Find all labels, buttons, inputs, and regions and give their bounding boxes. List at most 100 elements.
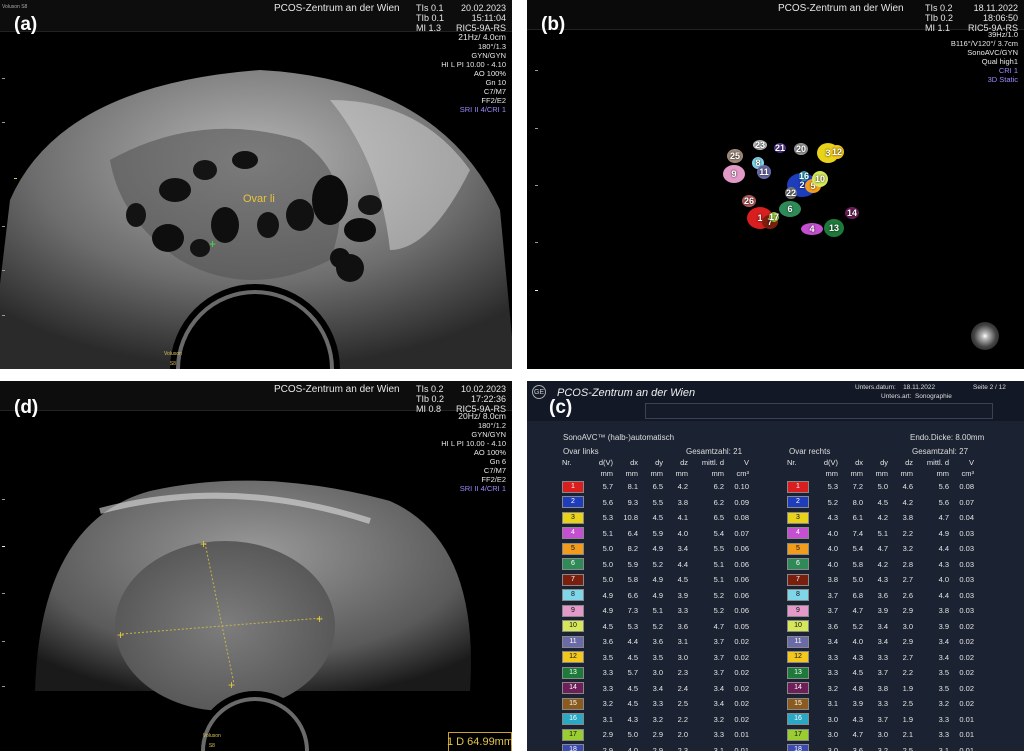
table-cell: 3.3: [938, 730, 949, 740]
table-row: 6 4.0 5.8 4.2 2.8 4.3 0.03: [784, 557, 977, 573]
table-cell: 3.2: [938, 699, 949, 709]
table-cell: 3.0: [827, 745, 838, 751]
follicle-13: 13: [824, 219, 844, 237]
table-row: 18 3.0 3.6 3.2 2.5 3.1 0.01: [784, 743, 977, 751]
table-row: 3 5.3 10.8 4.5 4.1 6.5 0.08: [559, 510, 752, 526]
table-cell: 4.7: [877, 544, 888, 554]
follicle-9: 9: [723, 165, 745, 183]
table-cell: 4.2: [677, 482, 688, 492]
follicle-color-chip: 11: [562, 635, 584, 648]
follicle-color-chip: 4: [562, 527, 584, 540]
panel-a: + (a) Voluson S8 PCOS-Zentrum an der Wie…: [0, 0, 512, 369]
table-cell: 8.1: [627, 482, 638, 492]
column-header: mm: [625, 469, 639, 478]
brand-icon: GE: [532, 385, 546, 399]
table-cell: 3.1: [602, 714, 613, 724]
table-cell: 4.0: [827, 559, 838, 569]
table-cell: 5.1: [713, 559, 724, 569]
table-cell: 2.1: [902, 730, 913, 740]
follicle-color-chip: 14: [787, 682, 809, 695]
table-cell: 4.3: [852, 652, 863, 662]
column-header: dz: [905, 458, 913, 467]
table-cell: 5.9: [627, 559, 638, 569]
column-header: Nr.: [562, 458, 572, 467]
table-cell: 3.1: [677, 637, 688, 647]
table-cell: 3.6: [602, 637, 613, 647]
follicle-6: 6: [779, 201, 801, 217]
follicle-color-chip: 9: [562, 604, 584, 617]
follicle-26: 26: [742, 195, 756, 207]
table-cell: 7.4: [852, 528, 863, 538]
table-cell: 5.0: [852, 575, 863, 585]
table-cell: 0.03: [959, 575, 974, 585]
table-cell: 6.8: [852, 590, 863, 600]
table-cell: 4.2: [877, 513, 888, 523]
table-cell: 4.4: [938, 544, 949, 554]
follicle-color-chip: 5: [787, 542, 809, 555]
table-cell: 3.8: [677, 497, 688, 507]
table-row: 7 5.0 5.8 4.9 4.5 5.1 0.06: [559, 572, 752, 588]
caliper-marker-1: +: [200, 537, 207, 551]
crosshair-marker: +: [209, 237, 216, 251]
table-cell: 0.02: [734, 668, 749, 678]
table-cell: 0.03: [959, 528, 974, 538]
follicle-color-chip: 18: [562, 744, 584, 751]
table-cell: 4.6: [902, 482, 913, 492]
table-cell: 3.3: [602, 668, 613, 678]
table-row: 11 3.6 4.4 3.6 3.1 3.7 0.02: [559, 634, 752, 650]
table-cell: 0.01: [959, 730, 974, 740]
follicle-color-chip: 7: [787, 573, 809, 586]
table-cell: 0.08: [959, 482, 974, 492]
table-cell: 0.03: [959, 590, 974, 600]
column-header: mm: [711, 469, 725, 478]
table-cell: 5.0: [602, 559, 613, 569]
table-cell: 0.04: [959, 513, 974, 523]
table-cell: 0.05: [734, 621, 749, 631]
table-cell: 5.5: [713, 544, 724, 554]
table-cell: 0.06: [734, 559, 749, 569]
indices-b: TIs 0.2 TIb 0.2 MI 1.1: [925, 3, 954, 33]
follicle-20: 20: [794, 143, 808, 155]
column-header: mm: [936, 469, 950, 478]
table-row: 16 3.1 4.3 3.2 2.2 3.2 0.02: [559, 712, 752, 728]
table-cell: 3.4: [652, 683, 663, 693]
clinic-title-b: PCOS-Zentrum an der Wien: [778, 3, 904, 14]
table-cell: 5.2: [652, 559, 663, 569]
table-cell: 0.01: [734, 730, 749, 740]
follicle-color-chip: 1: [562, 480, 584, 493]
column-header: mittl. d: [926, 458, 949, 467]
table-cell: 3.0: [877, 730, 888, 740]
table-cell: 3.5: [938, 668, 949, 678]
table-cell: 3.8: [902, 513, 913, 523]
table-cell: 5.0: [602, 544, 613, 554]
table-row: 1 5.3 7.2 5.0 4.6 5.6 0.08: [784, 479, 977, 495]
column-header: mm: [850, 469, 864, 478]
table-cell: 0.06: [734, 575, 749, 585]
table-cell: 5.2: [827, 497, 838, 507]
table-cell: 5.7: [627, 668, 638, 678]
table-cell: 3.4: [938, 637, 949, 647]
table-cell: 3.7: [877, 668, 888, 678]
table-cell: 4.5: [627, 699, 638, 709]
table-cell: 3.1: [938, 745, 949, 751]
table-cell: 3.3: [677, 606, 688, 616]
page-number: Seite 2 / 12: [973, 384, 1006, 391]
table-cell: 4.1: [677, 513, 688, 523]
ovary-right-total: Gesamtzahl: 27: [912, 447, 969, 456]
table-cell: 2.0: [677, 730, 688, 740]
table-cell: 3.3: [827, 668, 838, 678]
table-cell: 4.0: [627, 745, 638, 751]
table-row: 8 4.9 6.6 4.9 3.9 5.2 0.06: [559, 588, 752, 604]
column-header: d(V): [823, 458, 838, 467]
table-cell: 3.9: [852, 699, 863, 709]
table-cell: 3.7: [713, 652, 724, 662]
table-row: 4 4.0 7.4 5.1 2.2 4.9 0.03: [784, 526, 977, 542]
table-cell: 7.3: [627, 606, 638, 616]
table-row: 6 5.0 5.9 5.2 4.4 5.1 0.06: [559, 557, 752, 573]
table-row: 7 3.8 5.0 4.3 2.7 4.0 0.03: [784, 572, 977, 588]
table-cell: 2.5: [677, 699, 688, 709]
caliper-marker-4: +: [316, 612, 323, 626]
table-row: 16 3.0 4.3 3.7 1.9 3.3 0.01: [784, 712, 977, 728]
table-cell: 5.2: [713, 606, 724, 616]
table-cell: 5.3: [627, 621, 638, 631]
